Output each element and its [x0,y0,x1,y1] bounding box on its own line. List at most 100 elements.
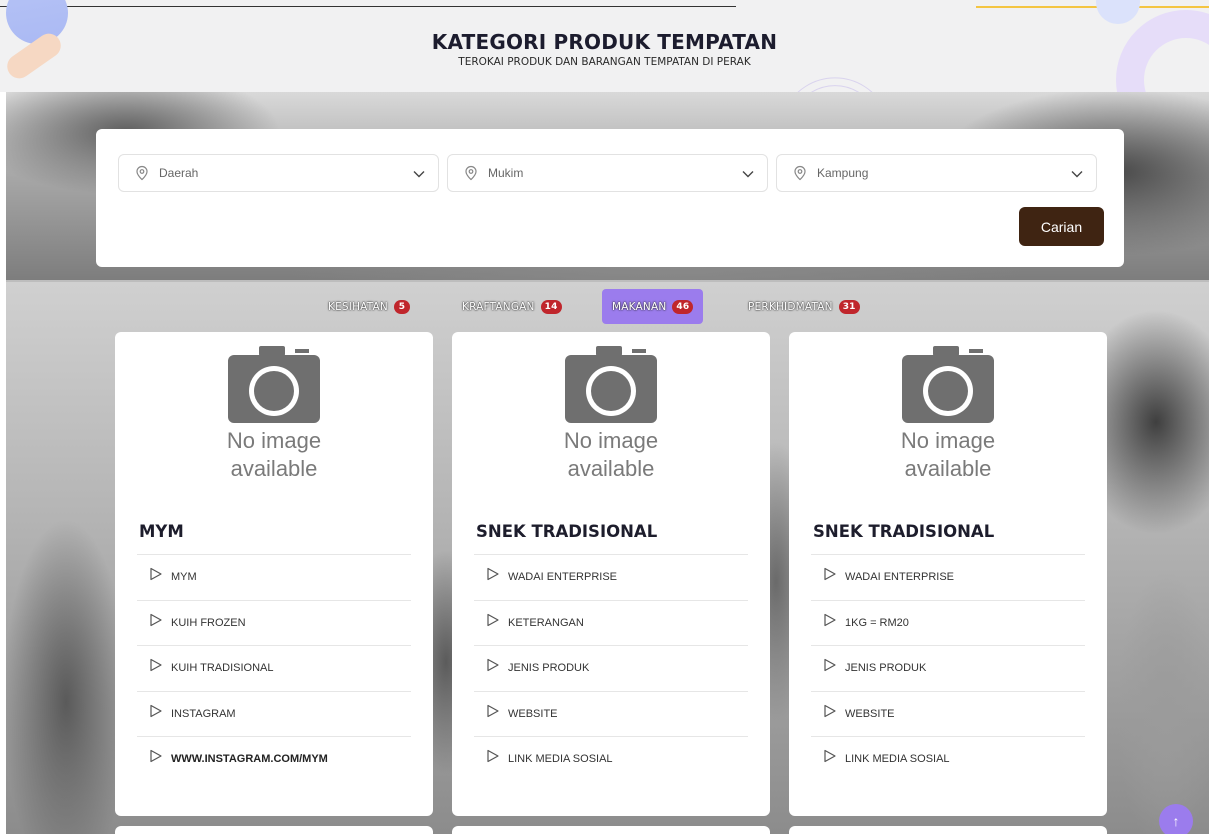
chevron-down-icon [1071,171,1083,178]
list-item: WADAI ENTERPRISE [474,554,748,600]
play-outline-icon [824,704,836,717]
play-outline-icon [150,659,162,672]
no-image-placeholder: No image available [452,344,770,484]
product-card[interactable]: No image available MYM MYM KUIH FROZEN K… [115,332,433,816]
tab-label: KRAFTANGAN [462,300,535,313]
camera-icon [565,346,657,423]
play-outline-icon [487,704,499,717]
list-item-text: 1KG = RM20 [845,616,909,629]
location-pin-icon [136,165,148,181]
list-item-text: WEBSITE [845,707,895,720]
card-details: WADAI ENTERPRISE 1KG = RM20 JENIS PRODUK… [811,554,1085,782]
no-image-text: No image [226,428,322,453]
no-image-text: available [567,456,655,481]
select-placeholder: Daerah [159,166,199,180]
play-outline-icon [487,613,499,626]
tab-label: MAKANAN [612,300,667,313]
page-header: KATEGORI PRODUK TEMPATAN TEROKAI PRODUK … [0,0,1209,92]
list-item-text: LINK MEDIA SOSIAL [508,753,613,766]
play-outline-icon [824,568,836,581]
tab-kesihatan[interactable]: KESIHATAN 5 [318,289,420,324]
mukim-select[interactable]: Mukim [447,154,768,192]
search-button[interactable]: Carian [1019,207,1104,246]
list-item-text: KUIH TRADISIONAL [171,662,274,675]
no-image-text: No image [900,428,996,453]
header-accent-rule [976,6,1209,8]
no-image-text: available [230,456,318,481]
chevron-down-icon [413,171,425,178]
no-image-placeholder: No image available [789,344,1107,484]
no-image-text: available [904,456,992,481]
play-outline-icon [487,750,499,763]
tab-perkhidmatan[interactable]: PERKHIDMATAN 31 [738,289,870,324]
count-badge: 5 [393,299,410,314]
list-item: KETERANGAN [474,599,748,646]
location-pin-icon [465,165,477,181]
list-item: LINK MEDIA SOSIAL [811,736,1085,782]
no-image-placeholder: No image available [115,344,433,484]
play-outline-icon [824,613,836,626]
list-item: JENIS PRODUK [811,645,1085,691]
list-item: MYM [137,554,411,600]
list-item: INSTAGRAM [137,690,411,737]
list-item: WEBSITE [474,690,748,737]
location-pin-icon [794,165,806,181]
chevron-down-icon [742,171,754,178]
card-title: MYM [139,522,184,541]
list-item-text: WWW.INSTAGRAM.COM/MYM [171,753,328,766]
list-item-text: JENIS PRODUK [845,662,927,675]
list-item-text: MYM [171,571,197,584]
instagram-link[interactable]: WWW.INSTAGRAM.COM/MYM [137,736,411,782]
product-card-partial[interactable] [115,826,433,834]
list-item: WADAI ENTERPRISE [811,554,1085,600]
tab-makanan[interactable]: MAKANAN 46 [602,289,704,324]
tab-kraftangan[interactable]: KRAFTANGAN 14 [452,289,572,324]
play-outline-icon [487,659,499,672]
list-item-text: WADAI ENTERPRISE [508,571,617,584]
play-outline-icon [150,750,162,763]
page-subtitle: TEROKAI PRODUK DAN BARANGAN TEMPATAN DI … [458,56,751,68]
card-details: WADAI ENTERPRISE KETERANGAN JENIS PRODUK… [474,554,748,782]
camera-icon [228,346,320,423]
list-item-text: LINK MEDIA SOSIAL [845,753,950,766]
list-item-text: WADAI ENTERPRISE [845,571,954,584]
daerah-select[interactable]: Daerah [118,154,439,192]
list-item-text: KETERANGAN [508,616,584,629]
play-outline-icon [824,659,836,672]
list-item: 1KG = RM20 [811,599,1085,646]
no-image-text: No image [563,428,659,453]
list-item: LINK MEDIA SOSIAL [474,736,748,782]
scroll-to-top-button[interactable]: ↑ [1159,804,1193,834]
header-rule [0,6,736,7]
select-placeholder: Kampung [817,166,869,180]
product-card-partial[interactable] [452,826,770,834]
select-placeholder: Mukim [488,166,524,180]
tab-label: PERKHIDMATAN [748,300,833,313]
arrow-up-icon: ↑ [1172,813,1180,829]
play-outline-icon [150,704,162,717]
list-item: KUIH TRADISIONAL [137,645,411,691]
play-outline-icon [150,613,162,626]
list-item-text: INSTAGRAM [171,707,236,720]
list-item-text: JENIS PRODUK [508,662,590,675]
product-card[interactable]: No image available SNEK TRADISIONAL WADA… [789,332,1107,816]
kampung-select[interactable]: Kampung [776,154,1097,192]
play-outline-icon [824,750,836,763]
card-title: SNEK TRADISIONAL [476,522,658,541]
page-title: KATEGORI PRODUK TEMPATAN [431,30,778,54]
play-outline-icon [150,568,162,581]
list-item: JENIS PRODUK [474,645,748,691]
list-item: WEBSITE [811,690,1085,737]
count-badge: 46 [672,299,694,314]
tab-label: KESIHATAN [328,300,388,313]
camera-icon [902,346,994,423]
list-item-text: KUIH FROZEN [171,616,246,629]
count-badge: 31 [838,299,860,314]
product-card-partial[interactable] [789,826,1107,834]
product-card[interactable]: No image available SNEK TRADISIONAL WADA… [452,332,770,816]
list-item: KUIH FROZEN [137,599,411,646]
card-title: SNEK TRADISIONAL [813,522,995,541]
search-panel: Daerah Mukim Kampung Carian [96,129,1124,267]
card-details: MYM KUIH FROZEN KUIH TRADISIONAL INSTAGR… [137,554,411,782]
play-outline-icon [487,568,499,581]
